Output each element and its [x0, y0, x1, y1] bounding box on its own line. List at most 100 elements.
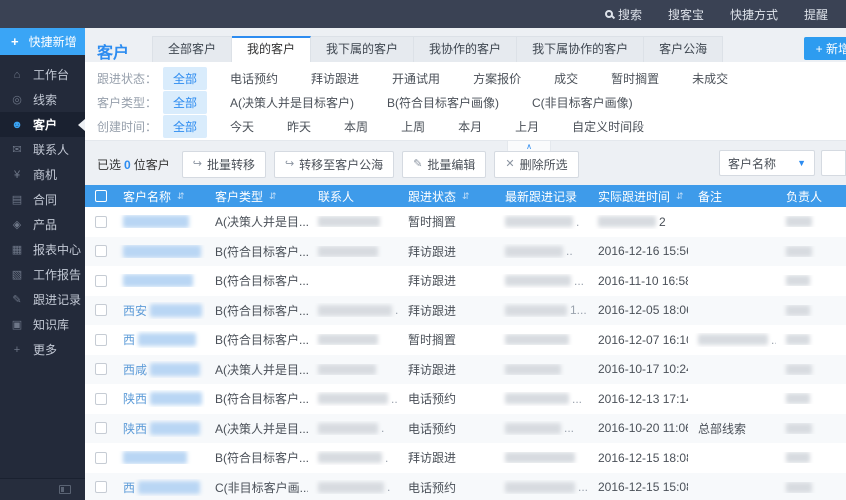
- select-all-checkbox[interactable]: [95, 190, 107, 202]
- contact-cell: [308, 334, 398, 346]
- customer-name-cell[interactable]: 陕西: [113, 420, 205, 437]
- column-header-follow-status[interactable]: 跟进状态 ⇵: [398, 185, 495, 207]
- customer-name-cell[interactable]: 西安: [113, 302, 205, 319]
- row-checkbox[interactable]: [95, 304, 107, 317]
- batch-transfer-button[interactable]: ↪ 批量转移: [181, 150, 266, 178]
- topbar-item-shortcuts[interactable]: 快捷方式: [730, 6, 778, 23]
- pencil-icon: ✎: [12, 294, 22, 306]
- sidebar-item-products[interactable]: ◈ 产品: [0, 212, 85, 237]
- filter-option[interactable]: C(非目标客户画像): [522, 91, 643, 114]
- transfer-to-pool-button[interactable]: ↪ 转移至客户公海: [273, 150, 395, 178]
- column-header-actual-follow-time[interactable]: 实际跟进时间 ⇵: [588, 185, 688, 207]
- customer-name-cell[interactable]: 西: [113, 479, 205, 496]
- main-content: 客户 全部客户 我的客户 我下属的客户 我协作的客户 我下属协作的客户 客户公海 + 新增…: [85, 28, 846, 500]
- customer-name-cell[interactable]: 西咸: [113, 361, 205, 378]
- sort-icon[interactable]: ⇵: [177, 191, 185, 202]
- new-customer-button[interactable]: + 新增: [803, 37, 846, 60]
- filter-option[interactable]: 上周: [391, 115, 435, 138]
- batch-edit-button[interactable]: ✎ 批量编辑: [402, 150, 487, 178]
- row-checkbox[interactable]: [95, 451, 107, 464]
- redacted-text: [505, 216, 573, 228]
- search-field-select[interactable]: 客户名称 ▼: [719, 150, 815, 176]
- collapse-sidebar-icon[interactable]: [59, 485, 71, 494]
- column-header-customer-name[interactable]: 客户名称 ⇵: [113, 185, 205, 207]
- row-checkbox[interactable]: [95, 392, 107, 405]
- sidebar-item-contracts[interactable]: ▤ 合同: [0, 187, 85, 212]
- table-row: 陕西 B(符合目标客户..... 电话预约... 2016-12-13 17:14: [85, 384, 846, 414]
- customer-name-text: 陕西: [123, 392, 148, 407]
- filter-option[interactable]: 方案报价: [463, 67, 531, 90]
- table-row: A(决策人并是目... 暂时搁置. 2: [85, 207, 846, 237]
- filter-option[interactable]: 电话预约: [220, 67, 288, 90]
- column-header-checkbox[interactable]: [85, 185, 113, 207]
- tab-6[interactable]: 客户公海: [644, 36, 724, 63]
- customer-name-cell[interactable]: [113, 215, 205, 229]
- filter-option[interactable]: 今天: [220, 115, 264, 138]
- customer-name-cell[interactable]: [113, 244, 205, 258]
- sidebar-item-follow-up-records[interactable]: ✎ 跟进记录: [0, 287, 85, 312]
- sidebar-item-opportunities[interactable]: ¥ 商机: [0, 162, 85, 187]
- filter-option[interactable]: 本月: [448, 115, 492, 138]
- row-checkbox[interactable]: [95, 481, 107, 494]
- tab-2[interactable]: 我的客户: [232, 36, 312, 63]
- filter-option[interactable]: 开通试用: [382, 67, 450, 90]
- customer-name-cell[interactable]: [113, 451, 205, 465]
- customer-type-cell: A(决策人并是目...: [215, 362, 308, 377]
- filter-option[interactable]: 全部: [163, 114, 208, 138]
- tab-3[interactable]: 我下属的客户: [311, 36, 415, 63]
- filter-option[interactable]: 未成交: [682, 67, 738, 90]
- sidebar-item-contacts[interactable]: ✉ 联系人: [0, 137, 85, 162]
- sidebar-item-report-center[interactable]: ▦ 报表中心: [0, 237, 85, 262]
- row-checkbox[interactable]: [95, 333, 107, 346]
- tab-5[interactable]: 我下属协作的客户: [517, 36, 645, 63]
- topbar-item-label: 提醒: [803, 7, 828, 22]
- sidebar-item-work-reports[interactable]: ▧ 工作报告: [0, 262, 85, 287]
- redacted-text: [786, 275, 810, 287]
- customer-name-cell[interactable]: 陕西: [113, 390, 205, 407]
- search-input[interactable]: [821, 150, 846, 176]
- sidebar-item-leads[interactable]: ◎ 线索: [0, 87, 85, 112]
- sidebar-item-workbench[interactable]: ⌂ 工作台: [0, 62, 85, 87]
- filter-option[interactable]: A(决策人并是目标客户): [220, 91, 364, 114]
- sort-icon[interactable]: ⇵: [462, 191, 470, 202]
- checkbox-cell: [85, 422, 113, 435]
- row-checkbox[interactable]: [95, 215, 107, 228]
- delete-selected-button[interactable]: ✕ 删除所选: [494, 150, 579, 178]
- record-suffix: ...: [572, 391, 583, 406]
- redacted-text: [123, 244, 201, 258]
- sidebar-item-customers[interactable]: ☻ 客户: [0, 112, 85, 137]
- tab-4[interactable]: 我协作的客户: [414, 36, 518, 63]
- sort-icon[interactable]: ⇵: [676, 191, 684, 202]
- tab-1[interactable]: 全部客户: [152, 36, 233, 63]
- table-row: 西咸 A(决策人并是目... 拜访跟进 2016-10-17 10:24: [85, 354, 846, 384]
- row-checkbox[interactable]: [95, 422, 107, 435]
- filter-option[interactable]: 成交: [544, 67, 588, 90]
- filter-option[interactable]: B(符合目标客户画像): [377, 91, 509, 114]
- topbar-item-search[interactable]: 搜索: [604, 6, 642, 23]
- filter-option[interactable]: 昨天: [277, 115, 321, 138]
- sort-icon[interactable]: ⇵: [269, 191, 277, 202]
- topbar-item-reminder[interactable]: 提醒: [804, 6, 828, 23]
- column-label: 客户类型: [215, 189, 264, 204]
- latest-record-cell: .: [495, 215, 588, 229]
- sidebar-item-more[interactable]: + 更多: [0, 337, 85, 362]
- filter-option[interactable]: 暂时搁置: [601, 67, 669, 90]
- customer-name-cell[interactable]: 西: [113, 331, 205, 348]
- filter-option[interactable]: 上月: [505, 115, 549, 138]
- row-checkbox[interactable]: [95, 245, 107, 258]
- filter-option[interactable]: 全部: [163, 90, 208, 114]
- row-checkbox[interactable]: [95, 363, 107, 376]
- sidebar-menu: ⌂ 工作台 ◎ 线索 ☻ 客户 ✉ 联系人 ¥ 商机 ▤ 合同 ◈ 产品 ▦ 报表中心 ▧ 工作报告 ✎ 跟进记录 ▣ 知…: [0, 62, 85, 362]
- customer-name-cell[interactable]: [113, 274, 205, 288]
- row-checkbox[interactable]: [95, 274, 107, 287]
- filter-option[interactable]: 自定义时间段: [562, 115, 654, 138]
- filter-option[interactable]: 拜访跟进: [301, 67, 369, 90]
- sidebar-item-knowledge-base[interactable]: ▣ 知识库: [0, 312, 85, 337]
- filter-option[interactable]: 全部: [163, 66, 208, 90]
- customer-type-cell: B(符合目标客户...: [215, 392, 308, 407]
- quick-add-button[interactable]: + 快捷新增: [0, 28, 85, 55]
- filter-option[interactable]: 本周: [334, 115, 378, 138]
- note-cell: 总部线索: [698, 421, 747, 436]
- topbar-item-soukebao[interactable]: 搜客宝: [668, 6, 704, 23]
- column-header-customer-type[interactable]: 客户类型 ⇵: [205, 185, 308, 207]
